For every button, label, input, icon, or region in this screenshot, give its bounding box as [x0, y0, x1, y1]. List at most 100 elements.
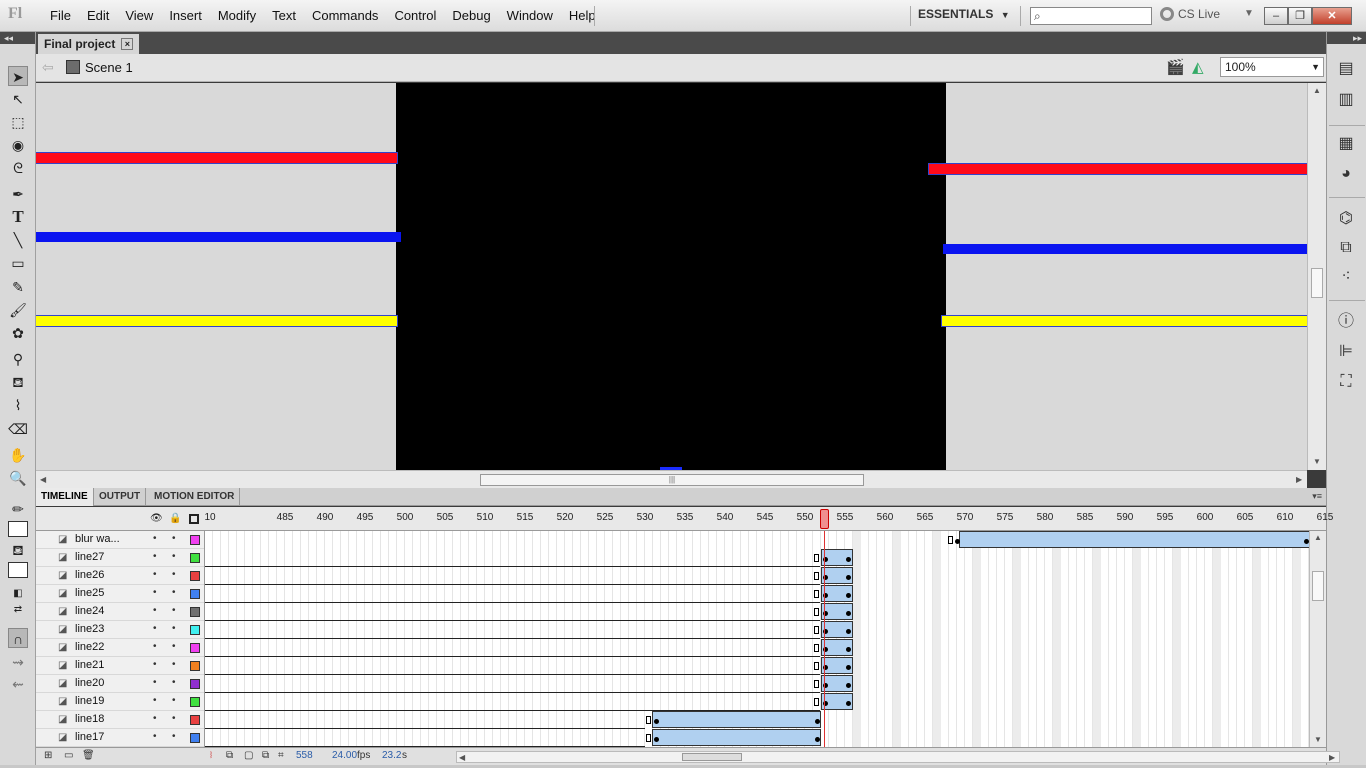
- eyedropper-tool-icon[interactable]: ⌇: [8, 395, 28, 415]
- frame-span-line[interactable]: [205, 656, 820, 657]
- keyframe[interactable]: [948, 536, 953, 544]
- stage[interactable]: [396, 83, 946, 470]
- keyframe[interactable]: [646, 734, 651, 742]
- layer-outline-color[interactable]: [190, 661, 200, 671]
- keyframe-dot[interactable]: [846, 629, 851, 634]
- swatches-panel-icon[interactable]: ▦: [1335, 133, 1357, 155]
- keyframe[interactable]: [814, 680, 819, 688]
- frame-span-line[interactable]: [205, 584, 820, 585]
- delete-layer-icon[interactable]: 🗑: [82, 750, 95, 761]
- layer-name[interactable]: line22: [75, 641, 104, 653]
- layer-name[interactable]: line23: [75, 623, 104, 635]
- scroll-thumb[interactable]: |||: [480, 474, 864, 486]
- fill-color-swatch[interactable]: [8, 562, 28, 578]
- tab-timeline[interactable]: TIMELINE: [36, 488, 94, 506]
- scroll-left-icon[interactable]: ◀: [459, 753, 465, 762]
- close-button[interactable]: ✕: [1312, 7, 1352, 25]
- edit-scene-icon[interactable]: 🎬: [1166, 58, 1185, 76]
- layer-row[interactable]: ◪ line24 • •: [36, 603, 204, 621]
- tab-output[interactable]: OUTPUT: [94, 488, 147, 506]
- lock-dot-icon[interactable]: •: [172, 641, 176, 652]
- lock-dot-icon[interactable]: •: [172, 533, 176, 544]
- workspace-switcher[interactable]: ESSENTIALS ▼: [918, 7, 1010, 25]
- edit-symbols-icon[interactable]: ◭: [1192, 58, 1204, 76]
- frame-span-line[interactable]: [205, 638, 820, 639]
- menu-file[interactable]: File: [42, 0, 79, 32]
- hand-tool-icon[interactable]: ✋: [8, 445, 28, 465]
- keyframe-dot[interactable]: [846, 701, 851, 706]
- layer-name[interactable]: line17: [75, 731, 104, 743]
- lock-all-layers-icon[interactable]: 🔒: [169, 513, 181, 524]
- lock-dot-icon[interactable]: •: [172, 551, 176, 562]
- timeline-horizontal-scrollbar[interactable]: ◀ ▶: [456, 751, 1340, 763]
- frame-span-line[interactable]: [205, 602, 820, 603]
- keyframe-dot[interactable]: [654, 719, 659, 724]
- new-folder-icon[interactable]: ▭: [64, 750, 73, 761]
- 3d-rotation-tool-icon[interactable]: ◉: [8, 135, 28, 155]
- frame-ruler[interactable]: 10 485 490 495 500 505 510 515 520 525 530 535 540 54…: [204, 507, 1333, 531]
- current-frame[interactable]: 558: [296, 750, 313, 761]
- stroke-color-swatch[interactable]: [8, 521, 28, 537]
- visibility-dot-icon[interactable]: •: [153, 569, 157, 580]
- text-tool-icon[interactable]: T: [8, 207, 28, 227]
- layer-outline-color[interactable]: [190, 589, 200, 599]
- visibility-dot-icon[interactable]: •: [153, 551, 157, 562]
- new-layer-icon[interactable]: ⊞: [44, 750, 52, 761]
- lock-dot-icon[interactable]: •: [172, 623, 176, 634]
- zoom-tool-icon[interactable]: 🔍: [8, 468, 28, 488]
- tab-motion-editor[interactable]: MOTION EDITOR: [149, 488, 241, 506]
- show-all-layers-icon[interactable]: 👁: [150, 513, 163, 524]
- edit-multiple-frames-icon[interactable]: ⧉: [262, 750, 269, 761]
- layer-outline-color[interactable]: [190, 571, 200, 581]
- keyframe-dot[interactable]: [955, 539, 960, 544]
- layer-name[interactable]: blur wa...: [75, 533, 120, 545]
- menu-debug[interactable]: Debug: [444, 0, 498, 32]
- scroll-thumb[interactable]: [1311, 268, 1323, 298]
- layer-name[interactable]: line24: [75, 605, 104, 617]
- keyframe-dot[interactable]: [846, 665, 851, 670]
- lock-dot-icon[interactable]: •: [172, 569, 176, 580]
- scroll-right-icon[interactable]: ▶: [1329, 753, 1335, 762]
- yellow-line-left[interactable]: [36, 315, 398, 327]
- keyframe[interactable]: [814, 554, 819, 562]
- onion-skin-outlines-icon[interactable]: ▢: [244, 750, 253, 761]
- blue-line-right[interactable]: [943, 244, 1307, 254]
- lock-dot-icon[interactable]: •: [172, 587, 176, 598]
- layer-name[interactable]: line21: [75, 659, 104, 671]
- minimize-button[interactable]: –: [1264, 7, 1288, 25]
- rectangle-tool-icon[interactable]: ▭: [8, 253, 28, 273]
- onion-skin-icon[interactable]: ⧉: [226, 750, 233, 761]
- scroll-thumb[interactable]: [1312, 571, 1324, 601]
- layer-outline-color[interactable]: [190, 535, 200, 545]
- layer-name[interactable]: line25: [75, 587, 104, 599]
- chevron-down-icon[interactable]: ▼: [1244, 8, 1254, 19]
- frame-span-line[interactable]: [205, 566, 820, 567]
- tween-span[interactable]: [959, 531, 1309, 548]
- motion-presets-panel-icon[interactable]: ⁖: [1335, 266, 1357, 288]
- keyframe[interactable]: [814, 572, 819, 580]
- playhead[interactable]: [820, 509, 829, 529]
- layer-row[interactable]: ◪ line19 • •: [36, 693, 204, 711]
- frame-grid[interactable]: [205, 531, 1309, 747]
- layer-name[interactable]: line27: [75, 551, 104, 563]
- visibility-dot-icon[interactable]: •: [153, 605, 157, 616]
- visibility-dot-icon[interactable]: •: [153, 587, 157, 598]
- scroll-down-icon[interactable]: ▼: [1314, 735, 1322, 744]
- deco-tool-icon[interactable]: ✿: [8, 323, 28, 343]
- stage-horizontal-scrollbar[interactable]: ◀ ||| ▶: [36, 470, 1307, 488]
- layer-outline-color[interactable]: [190, 679, 200, 689]
- scroll-right-icon[interactable]: ▶: [1296, 475, 1302, 484]
- layer-row[interactable]: ◪ blur wa... • •: [36, 531, 204, 549]
- keyframe-dot[interactable]: [846, 575, 851, 580]
- close-tab-icon[interactable]: ×: [121, 38, 134, 50]
- restore-button[interactable]: ❐: [1288, 7, 1312, 25]
- help-search-input[interactable]: ⌕: [1030, 7, 1152, 25]
- keyframe[interactable]: [814, 662, 819, 670]
- layer-outline-color[interactable]: [190, 733, 200, 743]
- layer-row[interactable]: ◪ line27 • •: [36, 549, 204, 567]
- paint-bucket-tool-icon[interactable]: ⛾: [8, 372, 28, 392]
- collapse-tools-icon[interactable]: ◂◂: [0, 32, 35, 44]
- keyframe-dot[interactable]: [846, 557, 851, 562]
- layer-row[interactable]: ◪ line26 • •: [36, 567, 204, 585]
- menu-window[interactable]: Window: [499, 0, 561, 32]
